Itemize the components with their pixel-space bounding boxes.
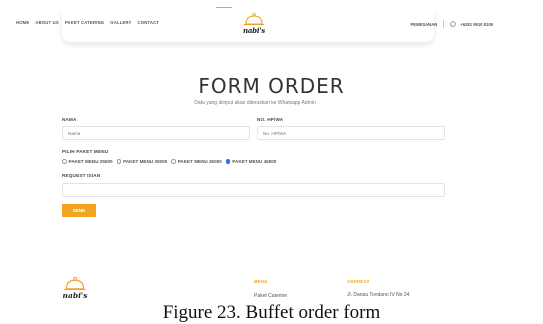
nav-contact[interactable]: CONTACT xyxy=(138,20,160,25)
header-contact: PEMESANAN +6281 9910 8109 xyxy=(411,20,493,28)
radio-button-selected[interactable] xyxy=(225,159,231,164)
package-label: PILIH PAKET MENU xyxy=(62,149,109,154)
radio-button[interactable] xyxy=(171,159,176,164)
footer-address-heading: ADDRESS xyxy=(347,279,370,284)
package-option-25000[interactable]: PAKET MENU 25000 xyxy=(62,159,113,164)
site-logo[interactable]: nabi's xyxy=(242,12,266,35)
package-option-30000[interactable]: PAKET MENU 30000 xyxy=(116,159,168,164)
header-accent-line xyxy=(216,7,232,8)
form-title: FORM ORDER xyxy=(198,74,345,98)
radio-button[interactable] xyxy=(116,159,122,164)
package-option-label: PAKET MENU 30000 xyxy=(123,159,168,164)
name-label: NAMA xyxy=(62,117,77,122)
cloche-icon xyxy=(64,276,86,291)
radio-button[interactable] xyxy=(62,159,67,164)
nav-pemesanan[interactable]: PEMESANAN xyxy=(411,22,438,27)
request-label: REQUEST ISIAN xyxy=(62,173,101,178)
package-option-35000[interactable]: PAKET MENU 35000 xyxy=(171,159,222,164)
package-option-label: PAKET MENU 25000 xyxy=(68,159,113,164)
package-option-label: PAKET MENU 35000 xyxy=(177,159,222,164)
form-subtitle: Data yang diinput akan diteruskan ke Wha… xyxy=(194,100,316,106)
name-input[interactable] xyxy=(62,126,250,140)
whatsapp-icon[interactable] xyxy=(450,21,456,27)
logo-wordmark: nabi's xyxy=(242,26,266,35)
request-input[interactable] xyxy=(62,183,445,197)
footer-menu-item[interactable]: Paket Caterine xyxy=(254,293,287,299)
phone-input[interactable] xyxy=(257,126,445,140)
package-option-label: PAKET MENU 45000 xyxy=(232,159,277,164)
footer-address-line: Jl. Danau Tondano IV No 24 xyxy=(347,292,410,298)
cloche-icon xyxy=(244,12,264,26)
site-header: HOME ABOUT US PAKET CATERING GALLERY CON… xyxy=(0,0,543,44)
footer-menu-heading: MENU xyxy=(254,279,268,284)
nav-paket-catering[interactable]: PAKET CATERING xyxy=(65,20,104,25)
package-radio-group: PAKET MENU 25000 PAKET MENU 30000 PAKET … xyxy=(62,159,276,164)
footer-logo[interactable]: nabi's xyxy=(62,276,88,300)
figure-caption: Figure 23. Buffet order form xyxy=(0,302,543,324)
header-phone[interactable]: +6281 9910 8109 xyxy=(460,22,493,27)
nav-gallery[interactable]: GALLERY xyxy=(110,20,131,25)
phone-label: NO. HP/WA xyxy=(257,117,284,122)
nav-about-us[interactable]: ABOUT US xyxy=(35,20,58,25)
header-divider xyxy=(443,20,445,28)
main-nav: HOME ABOUT US PAKET CATERING GALLERY CON… xyxy=(16,20,159,25)
footer-logo-wordmark: nabi's xyxy=(62,291,88,300)
send-button[interactable]: SEND xyxy=(62,204,96,217)
nav-home[interactable]: HOME xyxy=(16,20,29,25)
package-option-45000[interactable]: PAKET MENU 45000 xyxy=(225,159,277,164)
